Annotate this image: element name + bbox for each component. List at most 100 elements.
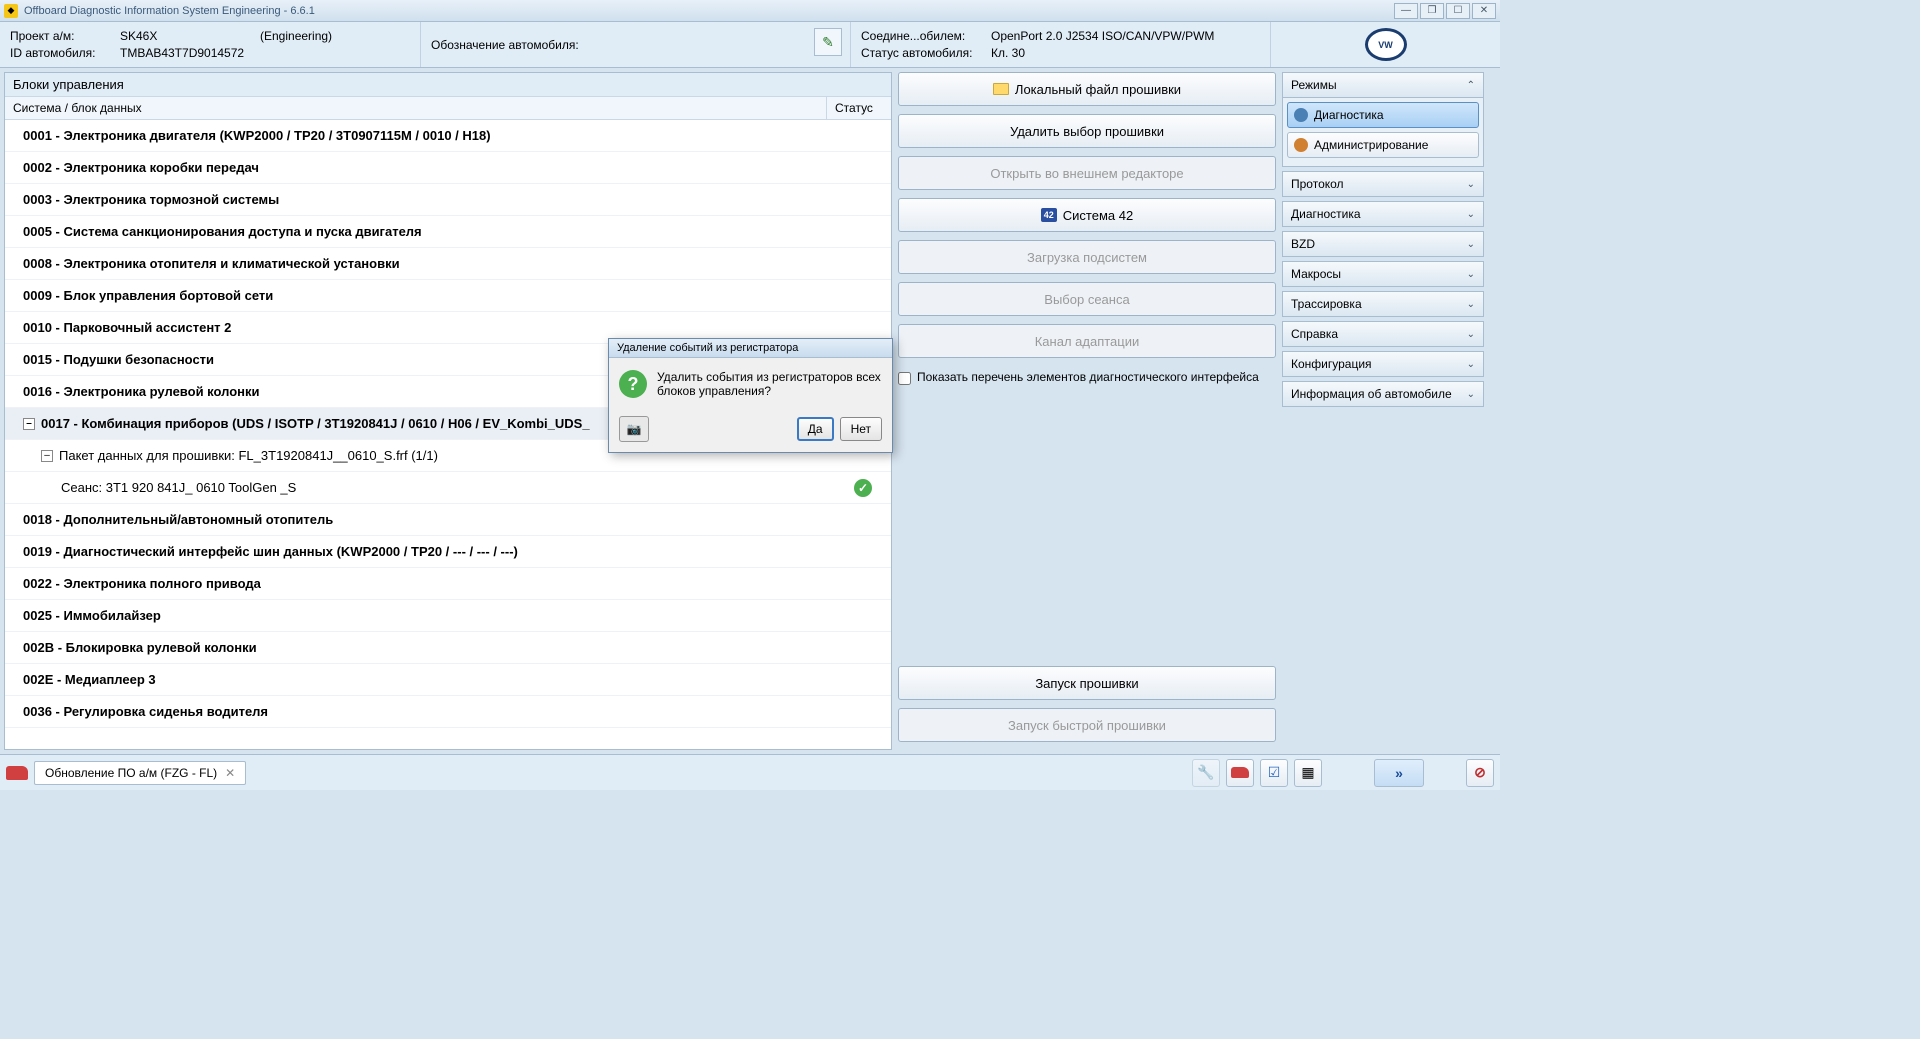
- chevron-down-icon: ⌄: [1467, 329, 1475, 340]
- bottom-tab[interactable]: Обновление ПО а/м (FZG - FL)✕: [34, 761, 246, 785]
- show-diag-elements-checkbox[interactable]: Показать перечень элементов диагностичес…: [898, 370, 1276, 385]
- delete-selection-button[interactable]: Удалить выбор прошивки: [898, 114, 1276, 148]
- start-fast-flash-button: Запуск быстрой прошивки: [898, 708, 1276, 742]
- diagnostics-icon: [1294, 108, 1308, 122]
- table-row[interactable]: 0019 - Диагностический интерфейс шин дан…: [5, 536, 891, 568]
- chevron-down-icon: ⌄: [1467, 179, 1475, 190]
- dialog-title: Удаление событий из регистратора: [609, 339, 892, 358]
- modes-header[interactable]: Режимы⌃: [1282, 72, 1484, 98]
- section-bzd[interactable]: BZD⌄: [1282, 231, 1484, 257]
- checkbox-input[interactable]: [898, 372, 911, 385]
- window-title: Offboard Diagnostic Information System E…: [24, 5, 1394, 17]
- table-row[interactable]: 0008 - Электроника отопителя и климатиче…: [5, 248, 891, 280]
- adaptation-channel-button: Канал адаптации: [898, 324, 1276, 358]
- stop-button[interactable]: ⊘: [1466, 759, 1494, 787]
- collapse-icon[interactable]: –: [41, 450, 53, 462]
- grid-button[interactable]: ▦: [1294, 759, 1322, 787]
- table-row[interactable]: 002E - Медиаплеер 3: [5, 664, 891, 696]
- mode-diagnostics-button[interactable]: Диагностика: [1287, 102, 1479, 128]
- header-col-logo: VW: [1270, 22, 1500, 67]
- no-button[interactable]: Нет: [840, 417, 882, 441]
- maximize-button[interactable]: ☐: [1446, 3, 1470, 19]
- section-config[interactable]: Конфигурация⌄: [1282, 351, 1484, 377]
- success-icon: ✓: [854, 479, 872, 497]
- table-row[interactable]: 0025 - Иммобилайзер: [5, 600, 891, 632]
- side-accordion: Режимы⌃ Диагностика Администрирование Пр…: [1282, 68, 1490, 754]
- question-icon: ?: [619, 370, 647, 398]
- car-icon: [6, 766, 28, 780]
- section-diagnostics[interactable]: Диагностика⌄: [1282, 201, 1484, 227]
- local-file-button[interactable]: Локальный файл прошивки: [898, 72, 1276, 106]
- table-row[interactable]: 0005 - Система санкционирования доступа …: [5, 216, 891, 248]
- header-col-connection: Соедине...обилем:OpenPort 2.0 J2534 ISO/…: [850, 22, 1270, 67]
- table-row[interactable]: 0009 - Блок управления бортовой сети: [5, 280, 891, 312]
- car-status-label: Статус автомобиля:: [861, 46, 991, 60]
- close-button[interactable]: ✕: [1472, 3, 1496, 19]
- vin-label: ID автомобиля:: [10, 46, 120, 60]
- chevron-down-icon: ⌄: [1467, 239, 1475, 250]
- stop-icon: ⊘: [1474, 764, 1486, 781]
- app-icon: ◆: [4, 4, 18, 18]
- close-tab-icon[interactable]: ✕: [225, 766, 235, 780]
- actions-pane: Локальный файл прошивки Удалить выбор пр…: [892, 68, 1282, 754]
- vin-value: TMBAB43T7D9014572: [120, 46, 244, 60]
- vw-logo-icon: VW: [1365, 28, 1407, 61]
- section-trace[interactable]: Трассировка⌄: [1282, 291, 1484, 317]
- section-protocol[interactable]: Протокол⌄: [1282, 171, 1484, 197]
- pane-title: Блоки управления: [5, 73, 891, 97]
- table-row[interactable]: Сеанс: 3T1 920 841J_ 0610 ToolGen _S✓: [5, 472, 891, 504]
- table-row[interactable]: 0001 - Электроника двигателя (KWP2000 / …: [5, 120, 891, 152]
- admin-icon: [1294, 138, 1308, 152]
- confirm-dialog: Удаление событий из регистратора ? Удали…: [608, 338, 893, 453]
- section-car-info[interactable]: Информация об автомобиле⌄: [1282, 381, 1484, 407]
- tree-header: Система / блок данных Статус: [5, 97, 891, 120]
- car-tool-button[interactable]: [1226, 759, 1254, 787]
- table-row[interactable]: 0022 - Электроника полного привода: [5, 568, 891, 600]
- table-row[interactable]: 0003 - Электроника тормозной системы: [5, 184, 891, 216]
- table-row[interactable]: 0036 - Регулировка сиденья водителя: [5, 696, 891, 728]
- table-row[interactable]: 0018 - Дополнительный/автономный отопите…: [5, 504, 891, 536]
- window-controls: — ❐ ☐ ✕: [1394, 3, 1496, 19]
- designation-label: Обозначение автомобиля:: [431, 38, 579, 52]
- section-help[interactable]: Справка⌄: [1282, 321, 1484, 347]
- dialog-text: Удалить события из регистраторов всех бл…: [657, 370, 882, 398]
- load-subsystems-button: Загрузка подсистем: [898, 240, 1276, 274]
- header-col-project: Проект а/м:SK46X(Engineering) ID автомоб…: [0, 22, 420, 67]
- restore-button[interactable]: ❐: [1420, 3, 1444, 19]
- car-icon: [1231, 767, 1249, 778]
- chevron-down-icon: ⌄: [1467, 299, 1475, 310]
- chevron-down-icon: ⌄: [1467, 269, 1475, 280]
- system42-button[interactable]: 42Система 42: [898, 198, 1276, 232]
- chevron-up-icon: ⌃: [1467, 80, 1475, 91]
- titlebar: ◆ Offboard Diagnostic Information System…: [0, 0, 1500, 22]
- start-flash-button[interactable]: Запуск прошивки: [898, 666, 1276, 700]
- folder-icon: [993, 83, 1009, 95]
- wrench-icon: 🔧: [1197, 764, 1214, 781]
- connection-label: Соедине...обилем:: [861, 29, 991, 43]
- connection-value: OpenPort 2.0 J2534 ISO/CAN/VPW/PWM: [991, 29, 1214, 43]
- checklist-icon: ☑: [1268, 764, 1281, 781]
- continue-button[interactable]: »: [1374, 759, 1424, 787]
- mode-admin-button[interactable]: Администрирование: [1287, 132, 1479, 158]
- car-status-value: Кл. 30: [991, 46, 1025, 60]
- table-row[interactable]: 0002 - Электроника коробки передач: [5, 152, 891, 184]
- chevron-down-icon: ⌄: [1467, 359, 1475, 370]
- col-status[interactable]: Статус: [827, 97, 891, 119]
- chevron-down-icon: ⌄: [1467, 389, 1475, 400]
- minimize-button[interactable]: —: [1394, 3, 1418, 19]
- engineering-tag: (Engineering): [260, 29, 332, 43]
- col-system[interactable]: Система / блок данных: [5, 97, 827, 119]
- forward-icon: »: [1395, 765, 1403, 781]
- checklist-button[interactable]: ☑: [1260, 759, 1288, 787]
- screenshot-button[interactable]: 📷: [619, 416, 649, 442]
- pencil-icon: ✎: [822, 34, 834, 51]
- project-label: Проект а/м:: [10, 29, 120, 43]
- table-row[interactable]: 002B - Блокировка рулевой колонки: [5, 632, 891, 664]
- collapse-icon[interactable]: –: [23, 418, 35, 430]
- header-col-designation: Обозначение автомобиля: ✎: [420, 22, 850, 67]
- yes-button[interactable]: Да: [797, 417, 834, 441]
- edit-designation-button[interactable]: ✎: [814, 28, 842, 56]
- section-macros[interactable]: Макросы⌄: [1282, 261, 1484, 287]
- project-value: SK46X: [120, 29, 260, 43]
- session-select-button: Выбор сеанса: [898, 282, 1276, 316]
